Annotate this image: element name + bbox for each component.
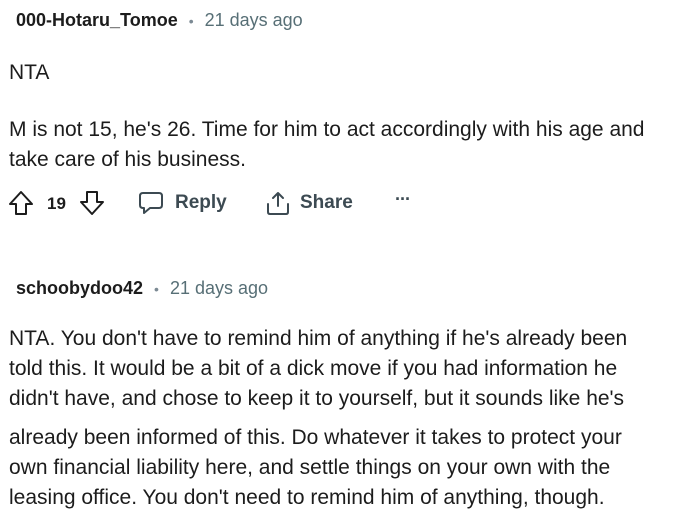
comment-1-body-line-3: take care of his business.	[9, 148, 246, 171]
upvote-button[interactable]	[8, 190, 34, 216]
speech-bubble-icon	[139, 192, 163, 214]
comment-2-body-line-2: told this. It would be a bit of a dick m…	[9, 357, 618, 380]
comment-author[interactable]: schoobydoo42	[16, 278, 143, 299]
share-icon	[267, 192, 289, 215]
reply-label: Reply	[175, 192, 227, 213]
ellipsis-icon: ···	[395, 189, 411, 209]
comment-2-body-line-1: NTA. You don't have to remind him of any…	[9, 327, 628, 350]
share-label: Share	[300, 192, 353, 213]
comment-2-meta: schoobydoo42 • 21 days ago	[16, 278, 268, 299]
share-button[interactable]: Share	[265, 190, 353, 216]
comment-2-body-line-6: leasing office. You don't need to remind…	[9, 486, 605, 509]
comment-2-body-line-3: didn't have, and chose to keep it to you…	[9, 387, 625, 410]
reply-button[interactable]: Reply	[138, 190, 227, 216]
comment-timestamp[interactable]: 21 days ago	[170, 278, 268, 299]
meta-separator: •	[188, 12, 194, 29]
comment-thread: { "comments": [ { "author": "000-Hotaru_…	[0, 0, 700, 525]
vote-score: 19	[47, 194, 66, 213]
comment-2-body-line-5: own financial liability here, and settle…	[9, 456, 611, 479]
comment-1-meta: 000-Hotaru_Tomoe • 21 days ago	[16, 10, 303, 31]
comment-2-body-line-4: already been informed of this. Do whatev…	[9, 426, 622, 449]
comment-1-actions: 19 Reply Share ···	[0, 183, 700, 223]
downvote-arrow-icon	[80, 191, 104, 215]
comment-1-body-line-1: NTA	[9, 61, 50, 84]
comment-author[interactable]: 000-Hotaru_Tomoe	[16, 10, 178, 31]
meta-separator: •	[154, 280, 159, 297]
comment-1-body-line-2: M is not 15, he's 26. Time for him to ac…	[9, 118, 645, 141]
downvote-button[interactable]	[79, 190, 105, 216]
upvote-arrow-icon	[9, 191, 33, 215]
comment-timestamp[interactable]: 21 days ago	[205, 10, 303, 31]
more-options-button[interactable]: ···	[395, 189, 411, 210]
